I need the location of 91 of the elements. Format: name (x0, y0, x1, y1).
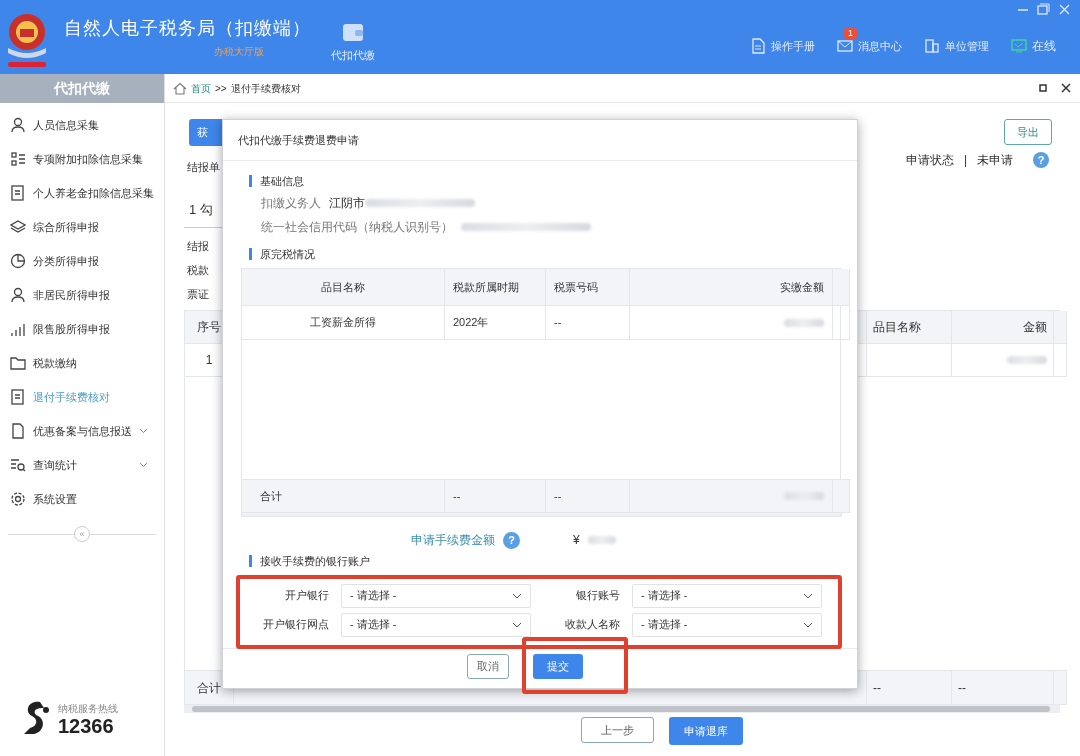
column-header: 品目名称 (242, 269, 445, 306)
folder-icon (10, 355, 26, 371)
list-icon (10, 151, 26, 167)
table-cell: 2022年 (445, 306, 546, 340)
previous-button[interactable]: 上一步 (581, 717, 654, 743)
table-cell: 工资薪金所得 (242, 306, 445, 340)
sidebar-item[interactable]: 分类所得申报 (0, 244, 164, 278)
horizontal-scrollbar[interactable] (184, 705, 1060, 713)
form-label: 结报 (187, 239, 209, 254)
layers-icon (10, 219, 26, 235)
chevron-down-icon (139, 462, 148, 468)
section-heading: 接收手续费的银行账户 (249, 553, 839, 570)
table-cell: 合计 (242, 479, 445, 513)
field-label: 统一社会信用代码（纳税人识别号） (261, 218, 453, 236)
cancel-button[interactable]: 取消 (467, 654, 509, 679)
status-separator: | (963, 152, 967, 170)
document-icon (10, 185, 26, 201)
column-header: 税款所属时期 (445, 269, 546, 306)
selection-count: 1 勾 (189, 201, 213, 217)
status-label: 申请状态 (905, 152, 954, 170)
table-cell: -- (952, 670, 1054, 705)
settings-icon (10, 491, 26, 507)
tab-controls-drawing (1038, 83, 1072, 93)
sidebar-item[interactable]: 综合所得申报 (0, 210, 164, 244)
person-icon (10, 117, 26, 133)
document-icon (750, 38, 766, 54)
person-icon (10, 287, 26, 303)
sidebar-item[interactable]: 非居民所得申报 (0, 278, 164, 312)
currency-symbol: ¥ (573, 532, 580, 549)
sidebar-item[interactable]: 个人养老金扣除信息采集 (0, 176, 164, 210)
status-value: 未申请 (977, 152, 1013, 170)
sidebar-item[interactable]: 限售股所得申报 (0, 312, 164, 346)
notification-badge: 1 (843, 26, 858, 40)
table-cell: -- (867, 670, 952, 705)
column-header: 实缴金额 (630, 269, 833, 306)
select-field[interactable]: - 请选择 - (341, 612, 531, 637)
breadcrumb-link[interactable]: 首页 (191, 80, 211, 96)
table-cell: -- (546, 306, 630, 340)
submit-button[interactable]: 提交 (533, 654, 583, 679)
column-header: 税票号码 (546, 269, 630, 306)
field-label: 扣缴义务人 (261, 194, 321, 212)
form-label: 税款 (187, 263, 209, 278)
field-value: 江阴市 (329, 194, 365, 212)
hotline-label: 纳税服务热线 (58, 701, 118, 716)
select-field[interactable]: - 请选择 - (632, 612, 822, 637)
bar-chart-icon (10, 321, 26, 337)
column-header: 金额 (952, 311, 1054, 344)
export-button[interactable]: 导出 (1004, 119, 1052, 145)
field-label: 收款人名称 (565, 617, 620, 633)
sidebar-item[interactable]: 税款缴纳 (0, 346, 164, 380)
building-icon (924, 38, 940, 54)
select-field[interactable]: - 请选择 - (632, 583, 822, 608)
chevron-down-icon (139, 428, 148, 434)
search-icon (10, 457, 26, 473)
redacted-value (587, 536, 616, 544)
sidebar-item[interactable]: 优惠备案与信息报送 (0, 414, 164, 448)
refund-button[interactable]: 申请退库 (669, 717, 743, 745)
sidebar-item[interactable]: 查询统计 (0, 448, 164, 482)
section-heading: 基础信息 (249, 173, 839, 190)
chevron-down-icon (803, 621, 813, 628)
field-label: 开户银行网点 (263, 617, 329, 633)
chevron-down-icon (512, 592, 522, 599)
breadcrumb-separator: >> (215, 81, 227, 96)
field-label: 开户银行 (285, 588, 329, 604)
dialog-title: 代扣代缴手续费退费申请 (223, 120, 857, 161)
home-icon (173, 81, 187, 95)
form-label: 票证 (187, 287, 209, 302)
section-heading: 原完税情况 (249, 245, 839, 262)
select-field[interactable]: - 请选择 - (341, 583, 531, 608)
hotline-number: 12366 (58, 715, 115, 736)
pie-chart-icon (10, 253, 26, 269)
monitor-icon (1011, 38, 1027, 54)
sidebar-item[interactable]: 专项附加扣除信息采集 (0, 142, 164, 176)
chevron-down-icon (803, 592, 813, 599)
chevron-down-icon (512, 621, 522, 628)
mail-icon (837, 38, 853, 54)
column-header: 品目名称 (867, 311, 952, 344)
table-cell (1054, 670, 1067, 705)
document-icon (10, 389, 26, 405)
table-cell: -- (546, 479, 630, 513)
sidebar-item[interactable]: 系统设置 (0, 482, 164, 516)
breadcrumb-current: 退付手续费核对 (230, 81, 301, 96)
app-title: 自然人电子税务局（扣缴端） (64, 17, 311, 40)
edition-label: 办税大厅版 (214, 45, 265, 59)
sidebar-header: 代扣代缴 (0, 74, 164, 103)
fee-label: 申请手续费金额 (411, 532, 495, 549)
sidebar-item[interactable]: 人员信息采集 (0, 108, 164, 142)
table-cell: -- (445, 479, 546, 513)
form-label: 结报单 (187, 160, 220, 175)
page-icon (10, 423, 26, 439)
field-label: 银行账号 (576, 588, 620, 604)
